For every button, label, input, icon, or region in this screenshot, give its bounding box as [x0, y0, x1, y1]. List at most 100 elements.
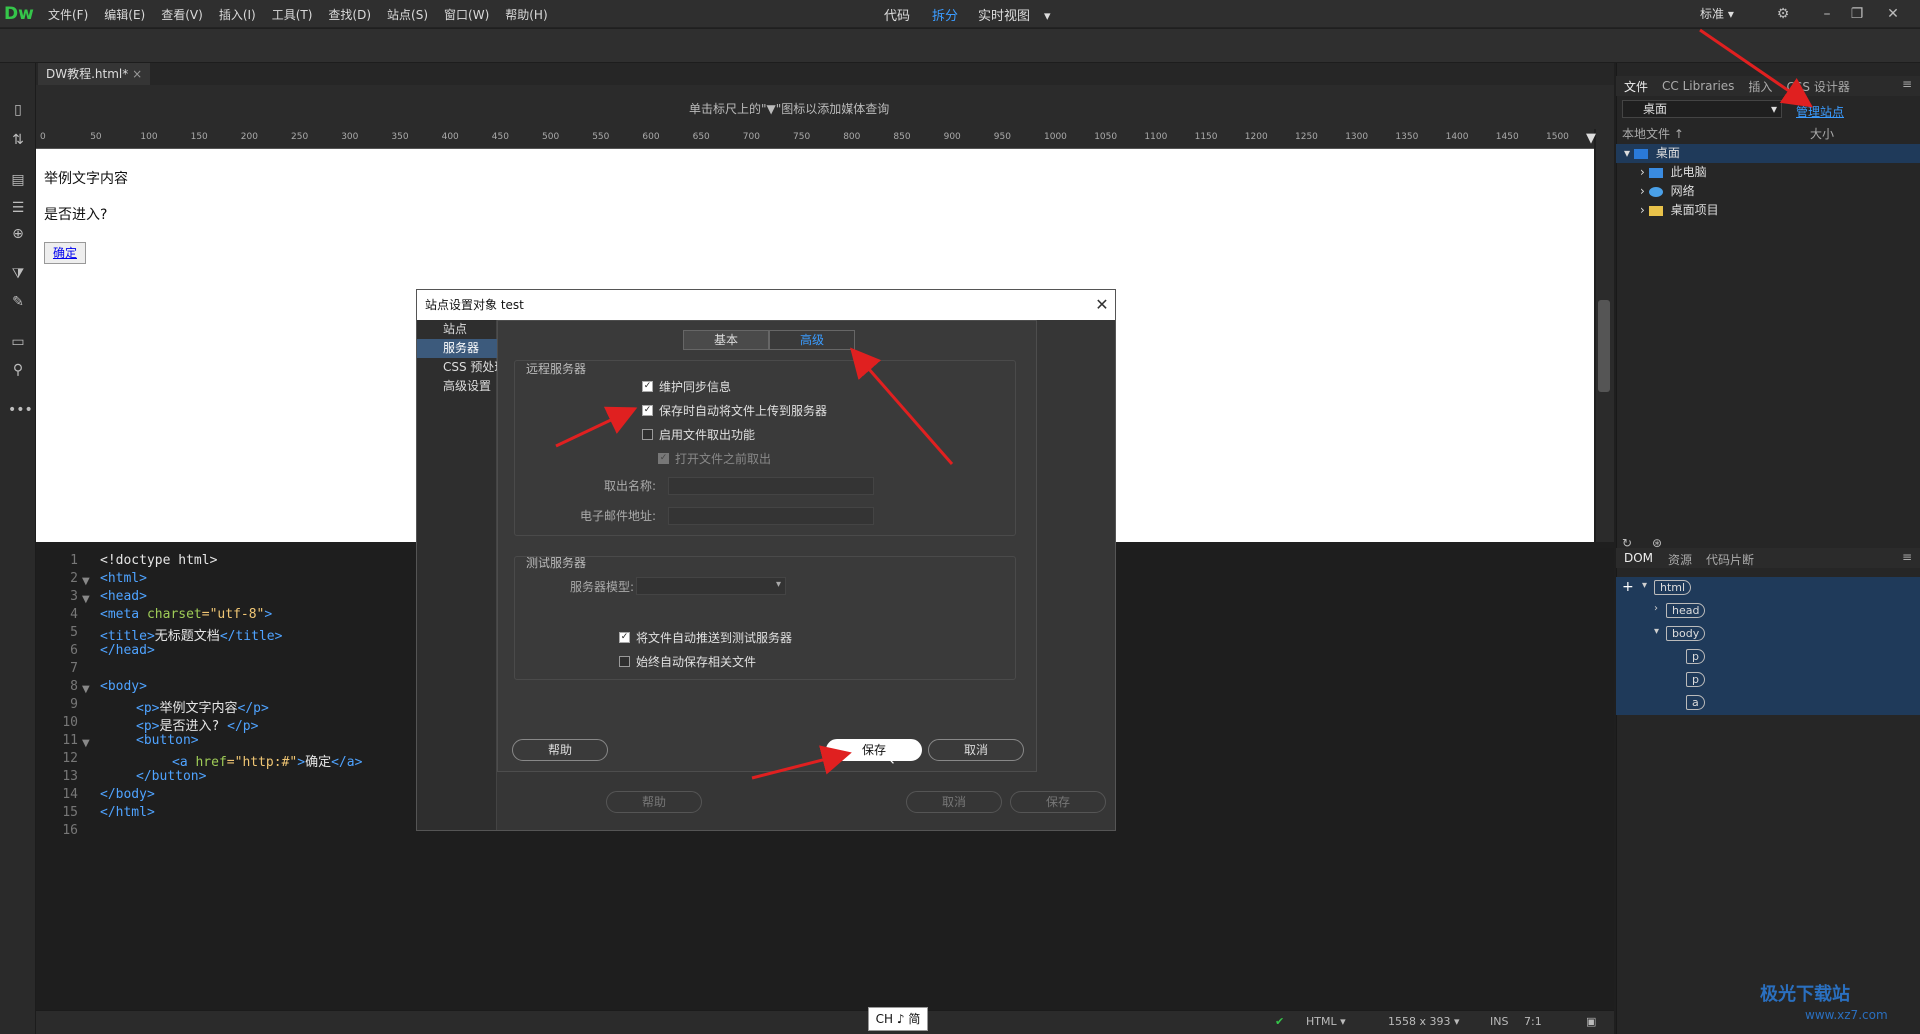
menu-window[interactable]: 窗口(W): [444, 6, 489, 23]
sidebar-item-css-preprocessor[interactable]: CSS 预处理器: [417, 358, 497, 377]
panel-menu-icon[interactable]: ≡: [1902, 77, 1912, 91]
tab-dom[interactable]: DOM: [1624, 551, 1653, 565]
auto-save-dependent-checkbox[interactable]: 始终自动保存相关文件: [619, 653, 756, 671]
tab-assets[interactable]: 资源: [1668, 551, 1692, 568]
server-model-select[interactable]: ▾: [636, 577, 786, 595]
files-panel-tabs: 文件 CC Libraries 插入 CSS 设计器: [1616, 76, 1920, 96]
menu-edit[interactable]: 编辑(E): [104, 6, 145, 23]
dom-row-body[interactable]: ▾ body: [1616, 623, 1920, 646]
tree-item-desktop-items[interactable]: › 桌面项目: [1616, 201, 1920, 220]
outer-help-button[interactable]: 帮助: [606, 791, 702, 813]
ruler-tick: 1350: [1395, 132, 1419, 142]
outline-icon[interactable]: ☰: [8, 198, 28, 218]
filter-icon[interactable]: ⧩: [8, 264, 28, 284]
menu-help[interactable]: 帮助(H): [505, 6, 547, 23]
live-view-button[interactable]: 实时视图: [978, 0, 1030, 34]
dom-row-p[interactable]: p: [1616, 669, 1920, 692]
confirm-button[interactable]: 确定: [44, 242, 86, 264]
dom-row-a[interactable]: a: [1616, 692, 1920, 715]
close-tab-icon[interactable]: ×: [132, 67, 142, 81]
tab-cc-libraries[interactable]: CC Libraries: [1662, 79, 1734, 93]
split-view-button[interactable]: 拆分: [932, 0, 958, 34]
dom-tag-html: html: [1654, 580, 1692, 595]
checkbox-disabled-icon: ✓: [658, 453, 669, 464]
ruler-tick: 900: [943, 132, 961, 142]
menu-find[interactable]: 查找(D): [328, 6, 371, 23]
tab-advanced[interactable]: 高级: [769, 330, 855, 350]
help-button[interactable]: 帮助: [512, 739, 608, 761]
tree-item-network[interactable]: › 网络: [1616, 182, 1920, 201]
cancel-button[interactable]: 取消: [928, 739, 1024, 761]
media-query-marker-icon[interactable]: ▼: [1586, 131, 1596, 146]
brush-icon[interactable]: ✎: [8, 292, 28, 312]
preview-icon[interactable]: ▣: [1586, 1010, 1596, 1034]
size-header[interactable]: 大小: [1810, 125, 1834, 142]
inspect-icon[interactable]: ▤: [8, 170, 28, 190]
fold-icon[interactable]: ▼: [82, 684, 90, 695]
outer-cancel-button[interactable]: 取消: [906, 791, 1002, 813]
settings-icon[interactable]: ⚙: [1770, 3, 1796, 25]
outer-save-button[interactable]: 保存: [1010, 791, 1106, 813]
ruler-tick: 1200: [1244, 132, 1268, 142]
sidebar-item-site[interactable]: 站点: [417, 320, 497, 339]
tree-item-desktop[interactable]: ▾ 桌面: [1616, 144, 1920, 163]
ime-indicator[interactable]: CH ♪ 简: [868, 1007, 928, 1031]
manage-sites-link[interactable]: 管理站点: [1796, 103, 1844, 120]
view-bar: [0, 29, 1920, 63]
dom-row-p[interactable]: p: [1616, 646, 1920, 669]
paragraph-1: 举例文字内容: [44, 171, 128, 187]
file-icon[interactable]: ▯: [8, 100, 28, 120]
sidebar-item-advanced[interactable]: 高级设置: [417, 377, 497, 396]
code-view-button[interactable]: 代码: [884, 0, 910, 34]
dom-row-html[interactable]: + ▾ html: [1616, 577, 1920, 600]
menu-insert[interactable]: 插入(I): [219, 6, 256, 23]
sidebar-item-servers[interactable]: 服务器: [417, 339, 497, 358]
minimize-icon[interactable]: –: [1814, 3, 1840, 25]
sort-icon[interactable]: ⇅: [8, 130, 28, 150]
auto-upload-checkbox[interactable]: ✓ 保存时自动将文件上传到服务器: [642, 402, 827, 420]
location-select[interactable]: 桌面 ▾: [1622, 100, 1782, 118]
dialog-close-icon[interactable]: ✕: [1090, 290, 1114, 320]
ruler-tick: 750: [793, 132, 811, 142]
window-size-select[interactable]: 1558 x 393 ▾: [1388, 1010, 1460, 1034]
line-number: 1: [70, 553, 78, 568]
menu-view[interactable]: 查看(V): [161, 6, 203, 23]
ruler-tick: 450: [491, 132, 509, 142]
dom-row-head[interactable]: › head: [1616, 600, 1920, 623]
scrollbar-thumb[interactable]: [1598, 300, 1610, 392]
document-tab[interactable]: DW教程.html* ×: [38, 63, 151, 85]
media-query-hint: 单击标尺上的"▼"图标以添加媒体查询: [689, 102, 890, 116]
fold-icon[interactable]: ▼: [82, 576, 90, 587]
maintain-sync-checkbox[interactable]: ✓ 维护同步信息: [642, 378, 731, 396]
close-icon[interactable]: ✕: [1880, 3, 1906, 25]
fold-icon[interactable]: ▼: [82, 594, 90, 605]
tab-files[interactable]: 文件: [1624, 78, 1648, 95]
save-button[interactable]: 保存: [826, 739, 922, 761]
panel-menu-icon[interactable]: ≡: [1902, 550, 1912, 564]
enable-checkout-checkbox[interactable]: 启用文件取出功能: [642, 426, 755, 444]
email-field: [668, 507, 874, 525]
workspace-select[interactable]: 标准 ▾: [1700, 0, 1734, 28]
auto-push-checkbox[interactable]: ✓ 将文件自动推送到测试服务器: [619, 629, 792, 647]
comment-icon[interactable]: ▭: [8, 332, 28, 352]
language-select[interactable]: HTML ▾: [1306, 1010, 1346, 1034]
menu-file[interactable]: 文件(F): [48, 6, 88, 23]
testing-server-label: 测试服务器: [526, 556, 587, 570]
local-files-header[interactable]: 本地文件 ↑: [1622, 125, 1684, 142]
search-icon[interactable]: ⚲: [8, 360, 28, 380]
menu-site[interactable]: 站点(S): [387, 6, 428, 23]
tree-item-this-pc[interactable]: › 此电脑: [1616, 163, 1920, 182]
tab-css-designer[interactable]: CSS 设计器: [1786, 78, 1849, 95]
target-icon[interactable]: ⊕: [8, 224, 28, 244]
tab-basic[interactable]: 基本: [683, 330, 769, 350]
horizontal-ruler[interactable]: 0 50 100 150 200 250 300 350 400 450 500 550 600 650 7…: [36, 129, 1594, 149]
menu-tools[interactable]: 工具(T): [272, 6, 313, 23]
restore-icon[interactable]: ❐: [1844, 3, 1870, 25]
chevron-down-icon[interactable]: ▾: [1044, 0, 1051, 34]
fold-icon[interactable]: ▼: [82, 738, 90, 749]
tab-snippets[interactable]: 代码片断: [1706, 551, 1754, 568]
tab-insert[interactable]: 插入: [1748, 78, 1772, 95]
add-icon[interactable]: +: [1622, 579, 1634, 595]
ruler-tick: 550: [592, 132, 610, 142]
more-icon[interactable]: •••: [8, 400, 33, 420]
